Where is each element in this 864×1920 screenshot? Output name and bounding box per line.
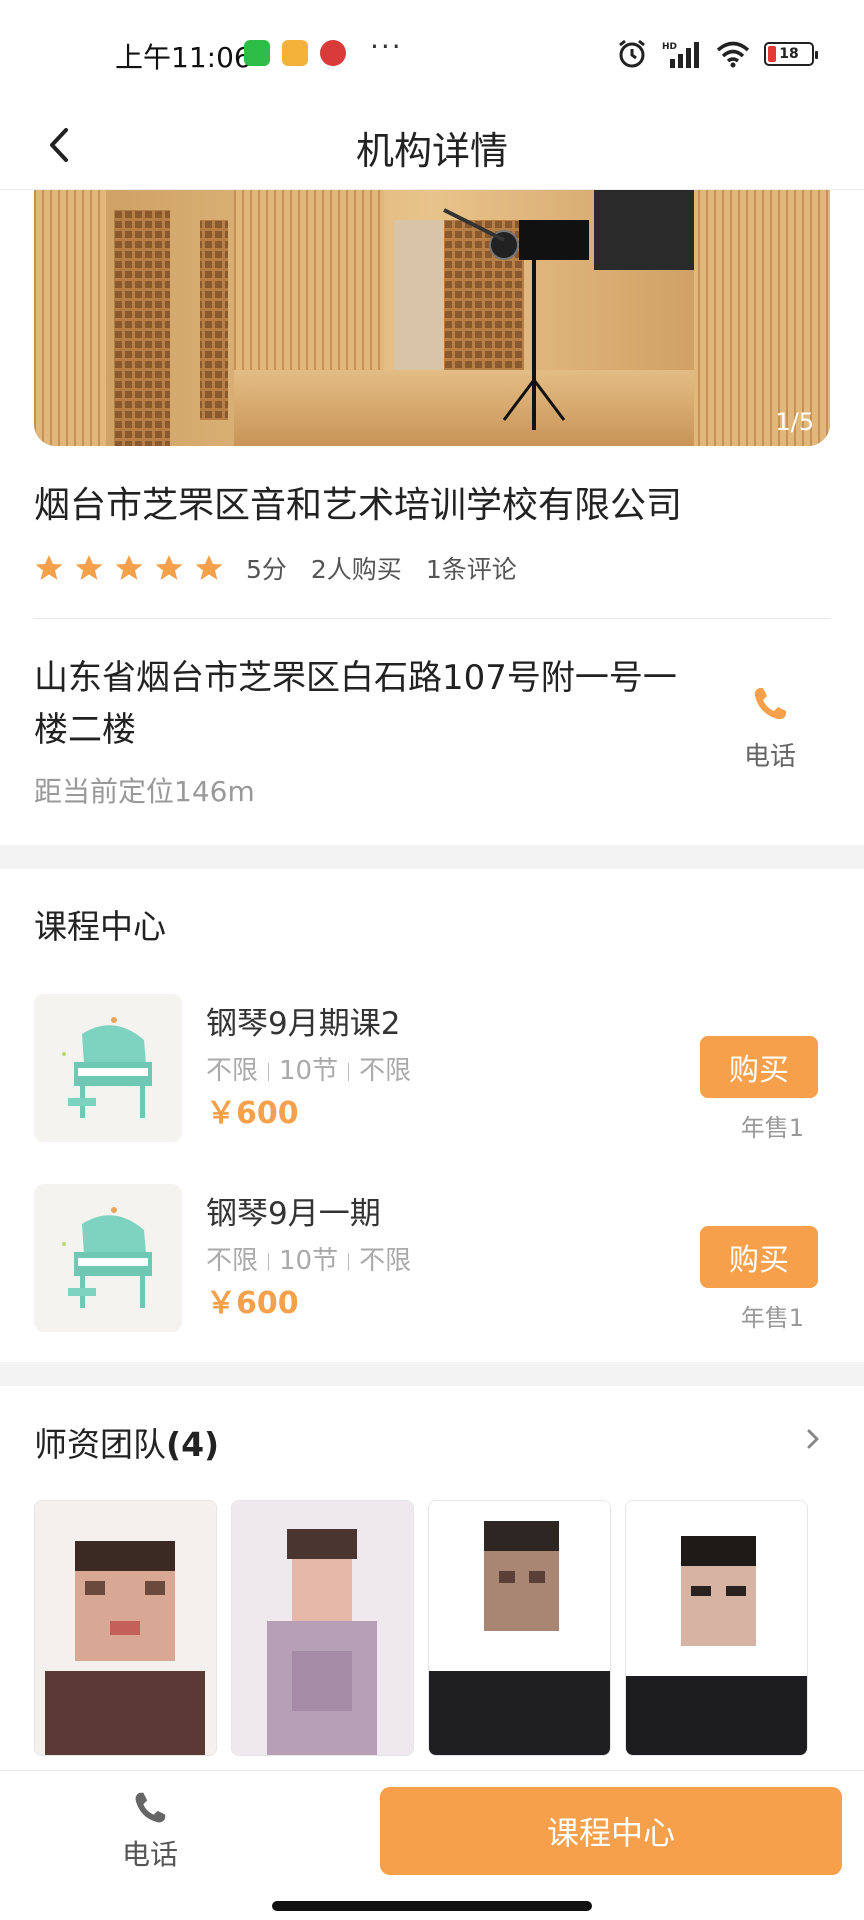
status-icons: HD 18 bbox=[616, 38, 818, 70]
course-meta-lessons: 10节 bbox=[279, 1246, 339, 1276]
course-price: ￥600 bbox=[206, 1096, 299, 1131]
course-item[interactable]: 钢琴9月一期 不限 10节 不限 ￥600 购买 年售1 bbox=[34, 1184, 830, 1334]
chevron-right-icon[interactable] bbox=[798, 1424, 828, 1454]
bottom-action-bar: 电话 课程中心 bbox=[0, 1770, 864, 1920]
more-notifications-icon: ··· bbox=[370, 30, 403, 63]
rating-score: 5分 bbox=[246, 555, 287, 584]
star-icon bbox=[115, 555, 143, 580]
piano-illustration bbox=[34, 1184, 182, 1332]
teacher-card[interactable] bbox=[428, 1500, 611, 1756]
meta-separator bbox=[268, 1062, 270, 1081]
bank-app-icon bbox=[320, 40, 346, 66]
nav-bar: 机构详情 bbox=[0, 100, 864, 190]
course-thumbnail bbox=[34, 994, 182, 1142]
course-center-button[interactable]: 课程中心 bbox=[380, 1787, 842, 1875]
wechat-icon bbox=[244, 40, 270, 66]
battery-icon: 18 bbox=[764, 42, 818, 66]
teacher-photo bbox=[429, 1501, 610, 1755]
alarm-icon bbox=[619, 39, 645, 68]
teachers-header[interactable]: 师资团队(4) bbox=[34, 1418, 830, 1464]
teachers-section-title: 师资团队 bbox=[34, 1425, 166, 1464]
meta-separator bbox=[268, 1252, 270, 1271]
bottom-phone-label: 电话 bbox=[121, 1838, 178, 1871]
home-indicator[interactable] bbox=[272, 1901, 592, 1911]
rating-stars bbox=[34, 553, 224, 583]
svg-text:HD: HD bbox=[662, 42, 677, 52]
course-thumbnail bbox=[34, 1184, 182, 1332]
star-icon bbox=[195, 555, 223, 580]
buy-button[interactable]: 购买 bbox=[700, 1226, 818, 1288]
distance-text: 距当前定位146m bbox=[34, 775, 255, 808]
course-price: ￥600 bbox=[206, 1286, 299, 1321]
banner-image bbox=[34, 190, 830, 446]
phone-icon bbox=[754, 688, 786, 720]
bottom-phone-button[interactable]: 电话 bbox=[110, 1789, 190, 1873]
banner-carousel[interactable]: 1/5 bbox=[34, 190, 830, 446]
teacher-card[interactable] bbox=[34, 1500, 217, 1756]
banner-counter: 1/5 bbox=[775, 408, 814, 436]
meta-separator bbox=[348, 1062, 350, 1081]
course-name: 钢琴9月一期 bbox=[206, 1196, 381, 1232]
course-meta-lessons: 10节 bbox=[279, 1056, 339, 1086]
star-icon bbox=[155, 555, 183, 580]
rating-row: 5分 2人购买 1条评论 bbox=[34, 550, 541, 586]
wifi-icon bbox=[716, 41, 750, 68]
course-meta-duration: 不限 bbox=[359, 1246, 412, 1276]
course-item[interactable]: 钢琴9月期课2 不限 10节 不限 ￥600 购买 年售1 bbox=[34, 994, 830, 1144]
status-bar: 上午11:06 ··· HD 18 bbox=[0, 0, 864, 100]
piano-illustration bbox=[34, 994, 182, 1142]
teacher-photo bbox=[35, 1501, 216, 1755]
status-time: 上午11:06 bbox=[115, 41, 252, 74]
course-meta-age: 不限 bbox=[206, 1246, 259, 1276]
hd-signal-icon: HD bbox=[662, 42, 699, 68]
buy-button[interactable]: 购买 bbox=[700, 1036, 818, 1098]
teacher-photo bbox=[626, 1501, 807, 1755]
teacher-card[interactable] bbox=[231, 1500, 414, 1756]
meta-separator bbox=[348, 1252, 350, 1271]
phone-button[interactable]: 电话 bbox=[730, 684, 810, 773]
courses-section-title: 课程中心 bbox=[34, 907, 166, 946]
review-count[interactable]: 1条评论 bbox=[426, 550, 517, 586]
divider bbox=[34, 618, 830, 619]
message-app-icon bbox=[282, 40, 308, 66]
teacher-photo bbox=[232, 1501, 413, 1755]
page-title: 机构详情 bbox=[355, 129, 508, 173]
phone-label: 电话 bbox=[743, 742, 796, 772]
star-icon bbox=[75, 555, 103, 580]
teachers-count: (4) bbox=[166, 1425, 220, 1464]
battery-percent: 18 bbox=[779, 46, 799, 62]
course-meta: 不限 10节 不限 bbox=[206, 1050, 411, 1087]
star-icon bbox=[35, 555, 63, 580]
course-meta: 不限 10节 不限 bbox=[206, 1240, 411, 1277]
org-address: 山东省烟台市芝罘区白石路107号附一号一楼二楼 bbox=[34, 658, 677, 750]
section-divider bbox=[0, 1362, 864, 1386]
section-divider bbox=[0, 845, 864, 869]
org-name: 烟台市芝罘区音和艺术培训学校有限公司 bbox=[34, 485, 683, 526]
teacher-card[interactable] bbox=[625, 1500, 808, 1756]
buyer-count: 2人购买 bbox=[310, 555, 402, 584]
course-meta-duration: 不限 bbox=[359, 1056, 412, 1086]
phone-icon bbox=[135, 1792, 166, 1823]
sold-count: 年售1 bbox=[740, 1304, 804, 1332]
course-name: 钢琴9月期课2 bbox=[206, 1006, 401, 1042]
course-meta-age: 不限 bbox=[206, 1056, 259, 1086]
sold-count: 年售1 bbox=[740, 1114, 804, 1142]
